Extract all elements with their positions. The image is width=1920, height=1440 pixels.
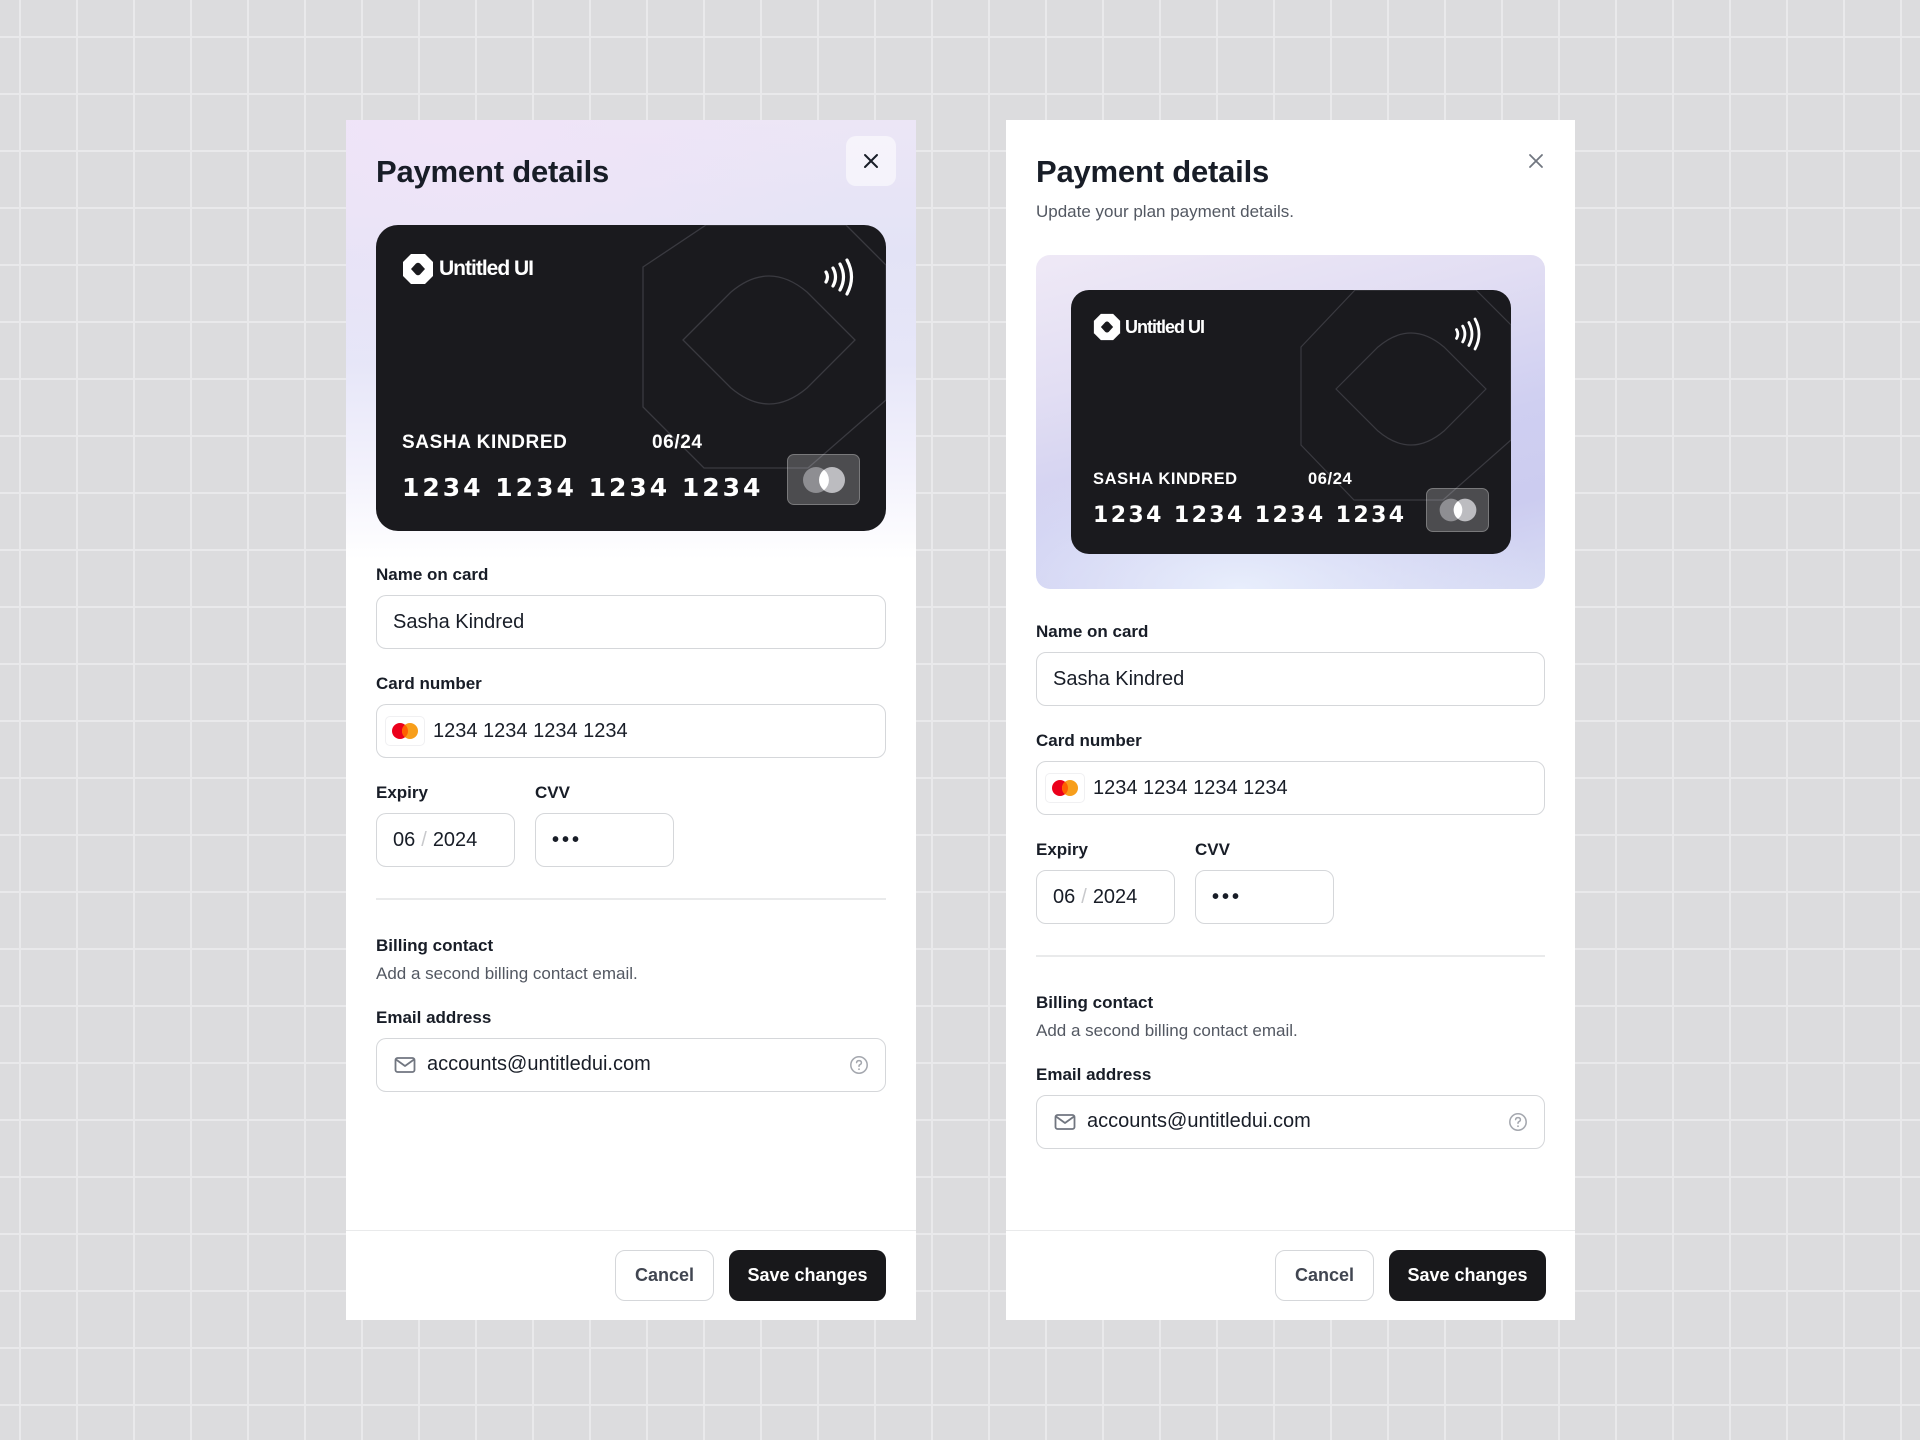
expiry-label: Expiry (376, 783, 428, 802)
expiry-input[interactable]: 06 / 2024 (376, 813, 515, 867)
section-divider (376, 898, 886, 900)
modal-subtitle: Update your plan payment details. (1036, 202, 1294, 221)
card-brand: Untitled UI (402, 253, 534, 285)
contactless-icon (1455, 317, 1481, 351)
card-number-value: 1234 1234 1234 1234 (1093, 776, 1288, 799)
card-holder-name: SASHA KINDRED (1093, 470, 1238, 488)
close-button[interactable] (846, 136, 896, 186)
expiry-month: 06 (393, 828, 416, 851)
email-label: Email address (1036, 1064, 1152, 1084)
card-number-value: 1234 1234 1234 1234 (433, 719, 628, 742)
close-button[interactable] (1511, 136, 1561, 186)
email-label: Email address (376, 1007, 492, 1027)
mastercard-icon (385, 716, 425, 746)
billing-contact-title: Billing contact (376, 935, 494, 955)
card-brand: Untitled UI (1093, 313, 1205, 341)
card-expiry: 06/24 (1308, 470, 1353, 488)
cvv-value: ••• (552, 828, 583, 851)
payment-details-modal-white: Payment details Update your plan payment… (1006, 120, 1575, 1320)
untitled-ui-logo-icon (403, 254, 433, 284)
section-divider (1036, 955, 1545, 957)
mastercard-icon (802, 466, 845, 493)
card-number-label: Card number (376, 674, 482, 693)
card-number-group: Card number 1234 1234 1234 1234 (376, 672, 886, 758)
card-network-badge (1426, 488, 1489, 532)
untitled-ui-logo-icon (1093, 313, 1121, 341)
expiry-separator: / (1081, 885, 1087, 908)
expiry-month: 06 (1053, 885, 1076, 908)
x-close-icon (864, 154, 878, 168)
payment-form: Name on card Sasha Kindred Card number 1… (1036, 620, 1545, 1149)
card-network-badge (787, 454, 860, 505)
expiry-input[interactable]: 06 / 2024 (1036, 870, 1175, 924)
modal-footer: Cancel Save changes (1006, 1230, 1575, 1320)
credit-card-preview: Untitled UI SASHA KINDRED 06/24 1234 123… (376, 225, 886, 531)
expiry-group: Expiry 06 / 2024 (1036, 838, 1175, 924)
save-changes-button[interactable]: Save changes (1389, 1250, 1546, 1301)
modal-title: Payment details (376, 154, 610, 189)
name-on-card-label: Name on card (376, 565, 489, 584)
cancel-button[interactable]: Cancel (615, 1250, 714, 1301)
card-expiry: 06/24 (652, 432, 703, 453)
credit-card-preview: Untitled UI SASHA KINDRED 06/24 1234 123… (1071, 290, 1511, 554)
name-on-card-input[interactable]: Sasha Kindred (1036, 652, 1545, 706)
cvv-value: ••• (1212, 885, 1243, 908)
mastercard-icon (1045, 773, 1085, 803)
card-number-input[interactable]: 1234 1234 1234 1234 (376, 704, 886, 758)
help-circle-icon[interactable] (1508, 1112, 1528, 1132)
name-on-card-value: Sasha Kindred (1053, 667, 1185, 690)
card-number-input[interactable]: 1234 1234 1234 1234 (1036, 761, 1545, 815)
email-value: accounts@untitledui.com (1087, 1110, 1311, 1132)
cvv-input[interactable]: ••• (535, 813, 674, 867)
cvv-input[interactable]: ••• (1195, 870, 1334, 924)
contactless-icon (824, 258, 854, 296)
billing-contact-title: Billing contact (1036, 992, 1154, 1012)
mastercard-icon (1439, 498, 1476, 522)
card-number: 1234 1234 1234 1234 (402, 473, 764, 502)
help-circle-icon[interactable] (849, 1055, 869, 1075)
name-on-card-group: Name on card Sasha Kindred (376, 563, 886, 649)
modal-footer: Cancel Save changes (346, 1230, 916, 1320)
expiry-cvv-row: Expiry 06 / 2024 CVV ••• (1036, 838, 1545, 947)
payment-details-modal-gradient: Payment details Untitled UI SASHA KINDRE… (346, 120, 916, 1320)
name-on-card-value: Sasha Kindred (393, 610, 525, 633)
name-on-card-label: Name on card (1036, 622, 1149, 641)
email-value: accounts@untitledui.com (427, 1053, 651, 1075)
payment-form: Name on card Sasha Kindred Card number 1… (376, 563, 886, 1092)
card-number: 1234 1234 1234 1234 (1093, 503, 1407, 528)
cvv-label: CVV (535, 783, 570, 802)
cancel-button[interactable]: Cancel (1275, 1250, 1374, 1301)
expiry-cvv-row: Expiry 06 / 2024 CVV ••• (376, 781, 886, 890)
card-number-label: Card number (1036, 731, 1142, 750)
card-preview-frame: Untitled UI SASHA KINDRED 06/24 1234 123… (1036, 255, 1545, 589)
cvv-label: CVV (1195, 840, 1230, 859)
email-group: Email address accounts@untitledui.com (376, 1006, 886, 1092)
name-on-card-input[interactable]: Sasha Kindred (376, 595, 886, 649)
card-number-group: Card number 1234 1234 1234 1234 (1036, 729, 1545, 815)
email-group: Email address accounts@untitledui.com (1036, 1063, 1545, 1149)
modal-title: Payment details (1036, 154, 1270, 189)
name-on-card-group: Name on card Sasha Kindred (1036, 620, 1545, 706)
card-brand-name: Untitled UI (1125, 316, 1205, 337)
mail-icon (393, 1053, 417, 1077)
x-close-icon (1529, 154, 1543, 168)
cvv-group: CVV ••• (1195, 838, 1334, 924)
expiry-group: Expiry 06 / 2024 (376, 781, 515, 867)
expiry-year: 2024 (1092, 885, 1138, 908)
save-changes-button[interactable]: Save changes (729, 1250, 886, 1301)
email-input[interactable]: accounts@untitledui.com (1036, 1094, 1545, 1149)
billing-contact-description: Add a second billing contact email. (376, 963, 638, 983)
expiry-separator: / (421, 828, 427, 851)
email-input[interactable]: accounts@untitledui.com (376, 1037, 886, 1092)
card-holder-name: SASHA KINDRED (402, 432, 568, 453)
card-brand-name: Untitled UI (439, 257, 534, 280)
mail-icon (1053, 1110, 1077, 1134)
billing-contact-description: Add a second billing contact email. (1036, 1020, 1298, 1040)
cvv-group: CVV ••• (535, 781, 674, 867)
expiry-label: Expiry (1036, 840, 1088, 859)
expiry-year: 2024 (432, 828, 478, 851)
